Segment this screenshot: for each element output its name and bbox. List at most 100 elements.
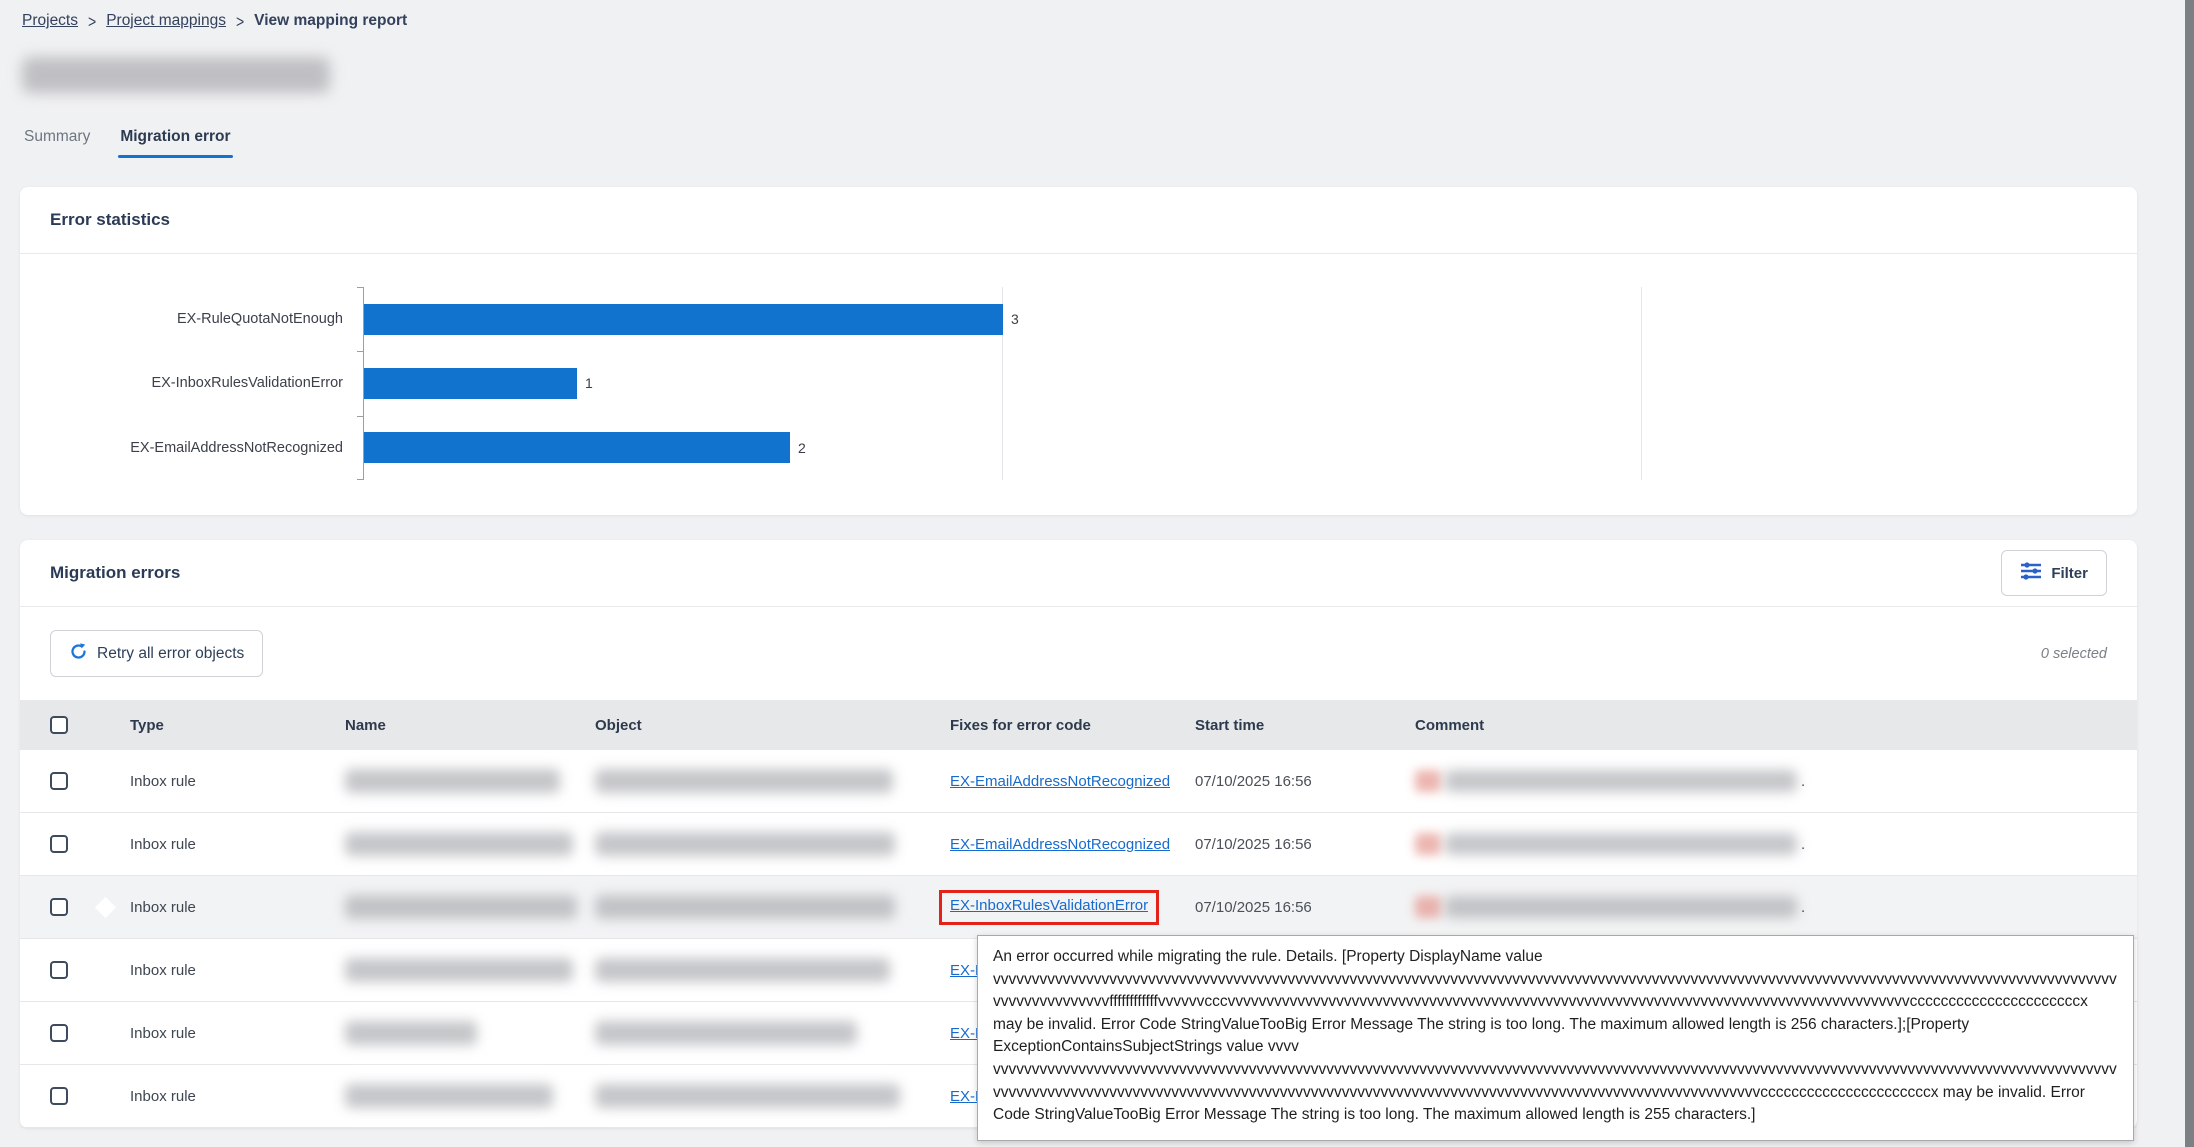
chart-value-label: 3 [1011,311,1019,327]
error-statistics-title: Error statistics [50,210,170,230]
error-code-cell: EX-InboxRulesValidationError [950,890,1195,925]
breadcrumb-item-1[interactable]: Project mappings [106,12,226,30]
object-redacted [595,1021,857,1045]
error-code-link[interactable]: EX-EmailAddressNotRecognized [950,836,1170,853]
object-cell [595,769,950,793]
filter-button-label: Filter [2051,565,2088,582]
object-cell [595,895,950,919]
object-redacted [595,1084,900,1108]
error-code-cell: EX-EmailAddressNotRecognized [950,773,1195,790]
chart-bar-area: 3 [353,304,2137,335]
column-header-name: Name [345,717,595,734]
filter-button[interactable]: Filter [2001,550,2107,596]
breadcrumb-item-2: View mapping report [254,12,407,30]
breadcrumb-separator-icon: > [236,11,244,31]
row-checkbox[interactable] [50,1087,68,1105]
column-header-type: Type [130,717,345,734]
chart-category-label: EX-RuleQuotaNotEnough [20,311,353,327]
chart-bar-row: EX-RuleQuotaNotEnough 3 [20,287,2137,351]
breadcrumb-item-0[interactable]: Projects [22,12,78,30]
tab-summary[interactable]: Summary [22,126,92,158]
chart-bar [364,304,1003,335]
name-cell [345,958,595,982]
row-select-cell [50,772,130,790]
retry-all-error-objects-button[interactable]: Retry all error objects [50,630,263,677]
comment-tail: . [1801,773,1805,790]
error-code-cell: EX-EmailAddressNotRecognized [950,836,1195,853]
name-cell [345,769,595,793]
object-redacted [595,958,890,982]
chart-category-label: EX-EmailAddressNotRecognized [20,440,353,456]
row-select-cell [50,898,130,916]
object-redacted [595,832,895,856]
error-code-link[interactable]: EX-InboxRulesValidationError [950,897,1148,914]
chart-rows: EX-RuleQuotaNotEnough 3 EX-InboxRulesValid… [20,287,2137,480]
filter-sliders-icon [2020,561,2042,585]
column-header-fixes-for-error-code: Fixes for error code [950,717,1195,734]
row-checkbox[interactable] [50,772,68,790]
comment-tail: . [1801,899,1805,916]
row-select-cell [50,835,130,853]
comment-error-icon-redacted [1415,770,1441,792]
name-redacted [345,1021,477,1045]
chart-value-label: 2 [798,440,806,456]
chart-bar [364,432,790,463]
comment-redacted [1445,896,1797,918]
object-cell [595,1021,950,1045]
tab-migration-error[interactable]: Migration error [118,126,232,158]
error-statistics-chart: EX-RuleQuotaNotEnough 3 EX-InboxRulesValid… [20,287,2137,480]
select-all-cell [50,716,130,734]
column-header-comment: Comment [1415,717,2137,734]
page: Projects > Project mappings > View mapping r… [0,0,2194,1147]
name-redacted [345,958,573,982]
comment-error-icon-redacted [1415,833,1441,855]
start-time-cell: 07/10/2025 16:56 [1195,836,1415,853]
vertical-scrollbar[interactable] [2185,0,2194,1147]
name-cell [345,1084,595,1108]
type-cell: Inbox rule [130,773,345,790]
type-cell: Inbox rule [130,962,345,979]
table-row: Inbox rule EX-InboxRulesValidationError 07… [20,876,2137,939]
migration-errors-title: Migration errors [50,563,180,583]
breadcrumb-separator-icon: > [88,11,96,31]
comment-error-icon-redacted [1415,896,1441,918]
comment-redacted [1445,833,1797,855]
row-checkbox[interactable] [50,835,68,853]
type-cell: Inbox rule [130,1088,345,1105]
page-title-redacted [22,57,330,93]
select-all-checkbox[interactable] [50,716,68,734]
chart-bar-area: 2 [353,432,2137,463]
refresh-icon [69,642,88,666]
chart-bar-area: 1 [353,368,2137,399]
error-statistics-card: Error statistics EX-RuleQuotaNotEnough3E… [20,187,2137,515]
comment-cell: . [1415,833,2137,855]
comment-redacted [1445,770,1797,792]
column-header-object: Object [595,717,950,734]
type-cell: Inbox rule [130,1025,345,1042]
table-row: Inbox rule EX-EmailAddressNotRecognized 07… [20,813,2137,876]
start-time-cell: 07/10/2025 16:56 [1195,899,1415,916]
chart-bar [364,368,577,399]
name-cell [345,895,595,919]
row-select-cell [50,1087,130,1105]
row-checkbox[interactable] [50,961,68,979]
chart-bar-row: EX-InboxRulesValidationError 1 [20,351,2137,415]
object-cell [595,1084,950,1108]
name-redacted [345,1084,553,1108]
error-highlight-box: EX-InboxRulesValidationError [939,890,1159,925]
row-checkbox[interactable] [50,1024,68,1042]
name-redacted [345,769,560,793]
table-row: Inbox ruleEX-EmailAddressNotRecognized07… [20,750,2137,813]
object-cell [595,958,950,982]
error-code-link[interactable]: EX-EmailAddressNotRecognized [950,773,1170,790]
type-cell: Inbox rule [130,836,345,853]
row-select-cell [50,961,130,979]
breadcrumb: Projects > Project mappings > View mapping r… [22,12,407,30]
type-cell: Inbox rule [130,899,345,916]
chart-value-label: 1 [585,375,593,391]
chart-category-label: EX-InboxRulesValidationError [20,375,353,391]
row-checkbox[interactable] [50,898,68,916]
name-redacted [345,832,573,856]
comment-cell: . [1415,770,2137,792]
chart-bar-row: EX-EmailAddressNotRecognized 2 [20,416,2137,480]
